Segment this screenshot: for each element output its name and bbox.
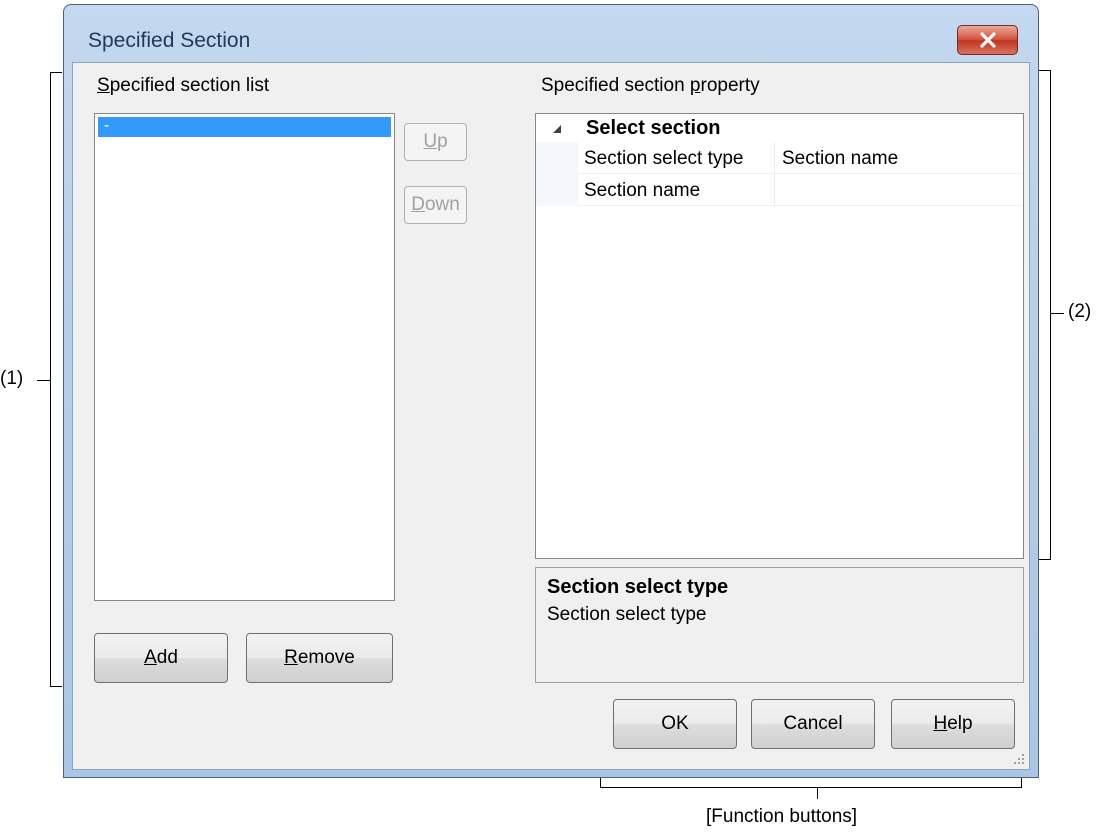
cancel-button[interactable]: Cancel [751, 699, 875, 749]
property-grid[interactable]: Select section Section select type Secti… [535, 113, 1024, 559]
down-button[interactable]: Down [404, 186, 467, 224]
property-row-section-name[interactable]: Section name [578, 174, 1023, 206]
list-item[interactable]: - [98, 117, 391, 137]
dialog-client-area: Specified section list - Up Down Add Rem… [72, 62, 1030, 770]
bracket-1-top [50, 72, 62, 73]
bracket-1-tick [37, 380, 51, 381]
annotation-function-buttons: [Function buttons] [706, 806, 858, 827]
bracket-function-horizontal [600, 787, 1022, 788]
bracket-function-tick [817, 787, 818, 799]
close-icon [979, 32, 996, 48]
property-name: Section name [584, 180, 701, 201]
section-list-label: Specified section list [97, 75, 270, 96]
grid-gutter [536, 142, 578, 206]
annotation-area-1: (1) [0, 368, 24, 389]
remove-button[interactable]: Remove [246, 633, 393, 683]
section-property-label: Specified section property [541, 75, 760, 96]
property-description: Section select type Section select type [535, 567, 1024, 683]
property-name: Section select type [584, 148, 744, 169]
resize-grip-icon[interactable] [1013, 753, 1025, 765]
bracket-2-top [1039, 70, 1051, 71]
up-button[interactable]: Up [404, 123, 467, 161]
add-button[interactable]: Add [94, 633, 228, 683]
ok-button[interactable]: OK [613, 699, 737, 749]
bracket-1-bottom [50, 686, 62, 687]
description-title: Section select type [547, 576, 729, 598]
close-button[interactable] [957, 25, 1018, 55]
property-row-section-select-type[interactable]: Section select type Section name [578, 142, 1023, 174]
category-label: Select section [586, 117, 721, 139]
category-row-select-section[interactable]: Select section [536, 114, 1023, 142]
bracket-1-vertical [50, 72, 51, 687]
annotation-area-2: (2) [1068, 301, 1092, 322]
bracket-2-vertical [1050, 70, 1051, 560]
help-button[interactable]: Help [891, 699, 1015, 749]
property-value[interactable]: Section name [782, 148, 898, 170]
bracket-2-bottom [1039, 559, 1051, 560]
section-list[interactable]: - [94, 113, 395, 601]
specified-section-dialog: Specified Section Specified section list… [63, 4, 1039, 778]
description-text: Section select type [547, 604, 707, 625]
bracket-2-tick [1050, 313, 1064, 314]
window-title: Specified Section [88, 29, 251, 52]
collapse-triangle-icon[interactable] [552, 124, 562, 134]
